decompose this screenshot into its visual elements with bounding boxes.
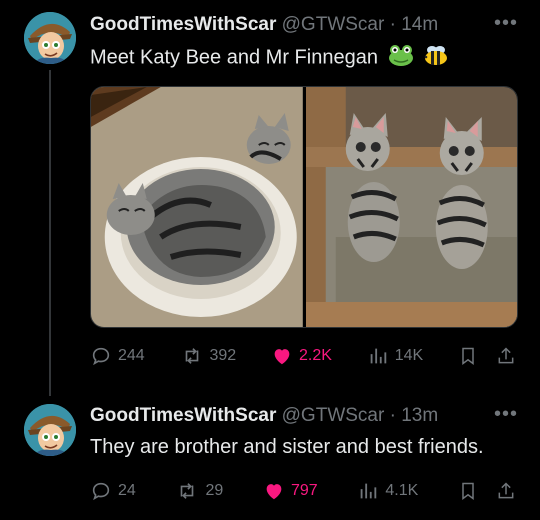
- display-name[interactable]: GoodTimesWithScar: [90, 405, 276, 426]
- reply-count: 24: [118, 482, 136, 499]
- separator-dot: ·: [389, 14, 396, 35]
- tweet-header: GoodTimesWithScar @GTWScar · 13m: [90, 405, 438, 427]
- reply-icon: [92, 347, 110, 366]
- bookmark-icon: [462, 347, 474, 365]
- timestamp[interactable]: 14m: [401, 14, 438, 35]
- avatar[interactable]: [24, 12, 76, 64]
- heart-icon: [266, 484, 282, 500]
- repost-button[interactable]: 392: [180, 345, 237, 367]
- views-button[interactable]: 14K: [367, 345, 423, 367]
- reply-icon: [92, 482, 110, 501]
- more-options-icon[interactable]: •••: [494, 404, 518, 424]
- like-button[interactable]: 2.2K: [271, 345, 332, 367]
- timestamp[interactable]: 13m: [401, 405, 438, 426]
- handle[interactable]: @GTWScar: [282, 14, 385, 35]
- share-icon: [498, 347, 514, 364]
- reply-button[interactable]: 24: [90, 480, 136, 502]
- heart-icon: [274, 349, 290, 365]
- repost-icon: [185, 348, 198, 364]
- bookmark-button[interactable]: [458, 480, 478, 502]
- views-button[interactable]: 4.1K: [357, 480, 418, 502]
- photo-cats-in-round-bed[interactable]: [91, 87, 303, 327]
- like-count: 2.2K: [299, 347, 332, 364]
- tweet-media[interactable]: [90, 86, 518, 328]
- handle[interactable]: @GTWScar: [282, 405, 385, 426]
- like-button[interactable]: 797: [263, 480, 318, 502]
- bookmark-icon: [462, 482, 474, 500]
- reply-count: 244: [118, 347, 145, 364]
- avatar-illustration: [24, 404, 76, 456]
- avatar-illustration: [24, 12, 76, 64]
- repost-count: 392: [209, 347, 237, 364]
- avatar[interactable]: [24, 404, 76, 456]
- tweet-text: Meet Katy Bee and Mr Finnegan: [90, 44, 449, 72]
- tweet-text: They are brother and sister and best fri…: [90, 436, 484, 458]
- bookmark-button[interactable]: [458, 345, 478, 367]
- display-name[interactable]: GoodTimesWithScar: [90, 14, 276, 35]
- views-chart-icon: [361, 483, 377, 499]
- share-button[interactable]: [496, 480, 516, 502]
- views-count: 14K: [394, 347, 424, 364]
- tweet-text-body: Meet Katy Bee and Mr Finnegan: [90, 46, 378, 69]
- thread-connector-line: [49, 70, 51, 396]
- photo-cats-on-chair[interactable]: [305, 87, 517, 327]
- repost-count: 29: [205, 482, 224, 499]
- repost-button[interactable]: 29: [175, 480, 223, 502]
- reply-button[interactable]: 244: [90, 345, 145, 367]
- tweet-actions: 244 392 2.2K 14K: [90, 344, 516, 368]
- tweet-header: GoodTimesWithScar @GTWScar · 14m: [90, 14, 438, 36]
- share-icon: [498, 482, 514, 499]
- share-button[interactable]: [496, 345, 516, 367]
- more-options-icon[interactable]: •••: [494, 13, 518, 33]
- tweet-actions: 24 29 797 4.1K: [90, 479, 516, 503]
- frog-emoji: [388, 44, 414, 72]
- views-chart-icon: [370, 348, 386, 364]
- repost-icon: [181, 483, 194, 499]
- like-count: 797: [290, 482, 318, 499]
- separator-dot: ·: [389, 405, 396, 426]
- views-count: 4.1K: [385, 482, 419, 499]
- bee-emoji: [423, 44, 449, 72]
